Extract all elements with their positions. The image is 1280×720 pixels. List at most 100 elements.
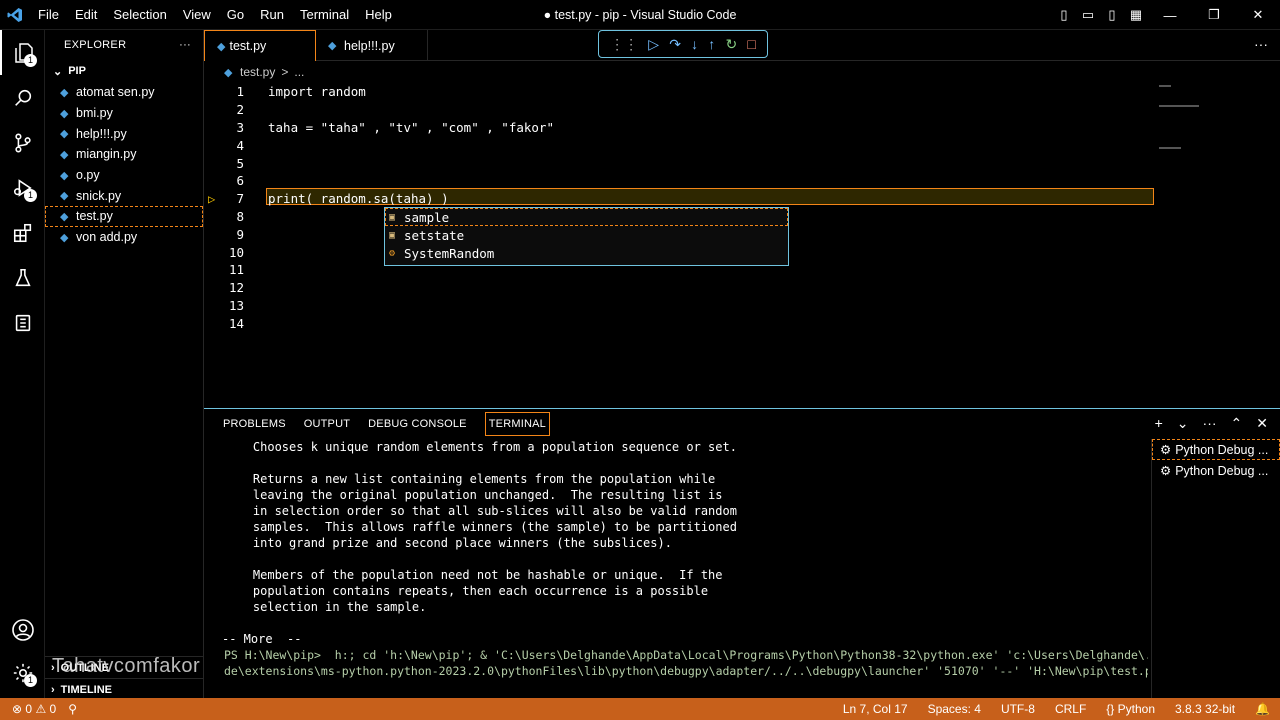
method-icon: ▣ bbox=[389, 211, 396, 223]
menu-run[interactable]: Run bbox=[252, 0, 292, 30]
close-window-button[interactable]: ✕ bbox=[1236, 7, 1280, 23]
menu-terminal[interactable]: Terminal bbox=[292, 0, 357, 30]
editor-more-actions-icon[interactable]: ··· bbox=[1254, 36, 1268, 52]
file-item[interactable]: ◆ o.py bbox=[45, 165, 203, 186]
terminal-dropdown-icon[interactable]: ⌄ bbox=[1177, 415, 1189, 432]
terminal-instance[interactable]: ⚙ Python Debug ... bbox=[1152, 439, 1280, 460]
problems-status[interactable]: ⊗ 0 ⚠ 0 bbox=[12, 702, 56, 716]
menu-go[interactable]: Go bbox=[219, 0, 252, 30]
search-icon[interactable] bbox=[0, 75, 45, 120]
line-number: 9 bbox=[236, 226, 244, 242]
end-of-line[interactable]: CRLF bbox=[1055, 702, 1086, 716]
menu-edit[interactable]: Edit bbox=[67, 0, 105, 30]
minimize-button[interactable]: — bbox=[1148, 8, 1192, 23]
account-icon[interactable] bbox=[0, 607, 45, 652]
cursor-position[interactable]: Ln 7, Col 17 bbox=[843, 702, 908, 716]
step-out-icon[interactable]: ↑ bbox=[708, 36, 715, 52]
step-over-icon[interactable]: ↷ bbox=[669, 36, 681, 53]
toggle-secondary-sidebar-icon[interactable]: ▯ bbox=[1100, 7, 1124, 23]
debug-current-line-icon: ▷ bbox=[208, 191, 216, 206]
settings-badge: 1 bbox=[24, 674, 37, 687]
drag-handle-icon[interactable]: ⋮⋮ bbox=[610, 36, 638, 53]
step-into-icon[interactable]: ↓ bbox=[691, 36, 698, 52]
panel-more-actions-icon[interactable]: ··· bbox=[1203, 415, 1217, 432]
tab-problems[interactable]: PROBLEMS bbox=[223, 412, 286, 436]
restart-icon[interactable]: ↻ bbox=[725, 36, 737, 53]
tab-help-py[interactable]: ◆ help!!!.py bbox=[316, 30, 428, 61]
line-number: 10 bbox=[228, 244, 244, 260]
close-panel-icon[interactable]: ✕ bbox=[1256, 415, 1268, 432]
terminal-output[interactable]: Chooses k unique random elements from a … bbox=[222, 439, 1148, 699]
terminal-line: samples. This allows raffle winners (the… bbox=[224, 520, 737, 534]
line-number: 3 bbox=[236, 119, 244, 135]
error-count: 0 bbox=[25, 702, 33, 716]
python-file-icon: ◆ bbox=[60, 86, 69, 99]
continue-icon[interactable]: ▷ bbox=[648, 36, 659, 53]
language-mode[interactable]: {} Python bbox=[1106, 702, 1155, 716]
indentation[interactable]: Spaces: 4 bbox=[928, 702, 981, 716]
settings-gear-icon[interactable]: 1 bbox=[0, 650, 45, 695]
terminal-list: ⚙ Python Debug ... ⚙ Python Debug ... bbox=[1151, 439, 1280, 699]
suggestion-item[interactable]: ▣ sample bbox=[385, 208, 788, 226]
breadcrumb-file[interactable]: test.py bbox=[240, 65, 275, 79]
customize-layout-icon[interactable]: ▦ bbox=[1124, 7, 1148, 23]
run-debug-icon[interactable]: 1 bbox=[0, 165, 45, 210]
menu-view[interactable]: View bbox=[175, 0, 219, 30]
explorer-more-actions-icon[interactable]: ··· bbox=[179, 39, 191, 51]
menu-bar: File Edit Selection View Go Run Terminal… bbox=[30, 0, 400, 30]
explorer-title: EXPLORER bbox=[64, 39, 127, 51]
file-item[interactable]: ◆ help!!!.py bbox=[45, 123, 203, 144]
python-interpreter[interactable]: 3.8.3 32-bit bbox=[1175, 702, 1235, 716]
folder-pip[interactable]: ⌄ PIP bbox=[45, 60, 203, 82]
encoding[interactable]: UTF-8 bbox=[1001, 702, 1035, 716]
menu-selection[interactable]: Selection bbox=[105, 0, 174, 30]
explorer-badge: 1 bbox=[24, 54, 37, 67]
menu-file[interactable]: File bbox=[30, 0, 67, 30]
tab-output[interactable]: OUTPUT bbox=[304, 412, 350, 436]
maximize-panel-icon[interactable]: ⌃ bbox=[1231, 415, 1243, 432]
suggestion-item[interactable]: ▣ setstate bbox=[385, 226, 788, 244]
timeline-section[interactable]: › TIMELINE bbox=[45, 678, 204, 700]
python-file-icon: ◆ bbox=[224, 66, 233, 79]
terminal-instance[interactable]: ⚙ Python Debug ... bbox=[1152, 460, 1280, 481]
tab-test-py[interactable]: ◆ test.py bbox=[204, 30, 316, 61]
file-item[interactable]: ◆ atomat sen.py bbox=[45, 82, 203, 103]
menu-help[interactable]: Help bbox=[357, 0, 400, 30]
line-number: 4 bbox=[236, 137, 244, 153]
restore-button[interactable]: ❐ bbox=[1192, 7, 1236, 23]
minimap-line bbox=[1159, 147, 1181, 149]
toggle-sidebar-icon[interactable]: ▯ bbox=[1052, 7, 1076, 23]
terminal-line: selection in the sample. bbox=[224, 600, 427, 614]
breadcrumb-separator: > bbox=[281, 65, 289, 79]
tab-debug-console[interactable]: DEBUG CONSOLE bbox=[368, 412, 467, 436]
toggle-panel-icon[interactable]: ▭ bbox=[1076, 7, 1100, 23]
file-item[interactable]: ◆ snick.py bbox=[45, 185, 203, 206]
breadcrumb: ◆ test.py > ... bbox=[204, 61, 304, 83]
file-item[interactable]: ◆ von add.py bbox=[45, 227, 203, 248]
breadcrumb-more[interactable]: ... bbox=[294, 65, 304, 79]
remote-explorer-icon[interactable] bbox=[0, 300, 45, 345]
line-number: 8 bbox=[236, 208, 244, 224]
tab-label: help!!!.py bbox=[344, 38, 395, 53]
notifications-bell-icon[interactable]: 🔔 bbox=[1255, 702, 1270, 716]
line-number: 11 bbox=[228, 262, 244, 278]
suggestion-item[interactable]: ⚙ SystemRandom bbox=[385, 244, 788, 262]
folder-label: PIP bbox=[68, 65, 86, 77]
new-terminal-icon[interactable]: + bbox=[1155, 415, 1163, 432]
title-bar: File Edit Selection View Go Run Terminal… bbox=[0, 0, 1280, 30]
debug-toolbar: ⋮⋮ ▷ ↷ ↓ ↑ ↻ □ bbox=[598, 30, 768, 58]
explorer-icon[interactable]: 1 bbox=[0, 30, 45, 75]
file-item-selected[interactable]: ◆ test.py bbox=[45, 206, 203, 227]
debug-status-icon[interactable]: ⚲ bbox=[68, 702, 77, 716]
tab-terminal[interactable]: TERMINAL bbox=[484, 412, 550, 436]
file-item[interactable]: ◆ bmi.py bbox=[45, 103, 203, 124]
minimap-line bbox=[1159, 85, 1171, 87]
file-item[interactable]: ◆ miangin.py bbox=[45, 144, 203, 165]
python-file-icon: ◆ bbox=[60, 107, 69, 120]
stop-icon[interactable]: □ bbox=[747, 36, 755, 52]
testing-icon[interactable] bbox=[0, 255, 45, 300]
source-control-icon[interactable] bbox=[0, 120, 45, 165]
extensions-icon[interactable] bbox=[0, 210, 45, 255]
line-code: taha = "taha" , "tv" , "com" , "fakor" bbox=[268, 119, 554, 135]
file-label: miangin.py bbox=[76, 147, 137, 162]
